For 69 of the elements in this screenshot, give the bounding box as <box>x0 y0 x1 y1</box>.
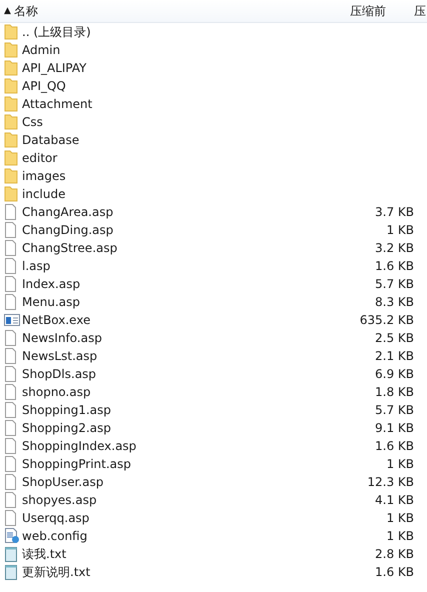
folder-icon <box>4 42 20 58</box>
file-size: 5.7 KB <box>374 277 414 291</box>
file-name[interactable]: Database <box>22 133 427 147</box>
file-name[interactable]: Admin <box>22 43 427 57</box>
folder-icon <box>4 78 20 94</box>
file-name[interactable]: API_ALIPAY <box>22 61 427 75</box>
file-name[interactable]: NewsLst.asp <box>22 349 334 363</box>
folder-icon <box>4 168 20 184</box>
file-size: 1 KB <box>385 457 414 471</box>
file-name[interactable]: Index.asp <box>22 277 334 291</box>
file-size: 1 KB <box>385 511 414 525</box>
file-size: 2.5 KB <box>374 331 414 345</box>
file-size: 2.8 KB <box>374 547 414 561</box>
folder-icon <box>4 114 20 130</box>
file-size: 1 KB <box>385 223 414 237</box>
file-name[interactable]: ChangStree.asp <box>22 241 334 255</box>
column-header[interactable]: 压 <box>414 2 427 20</box>
file-name[interactable]: images <box>22 169 427 183</box>
file-size: 8.3 KB <box>374 295 414 309</box>
file-name[interactable]: Shopping2.asp <box>22 421 334 435</box>
sort-arrow-icon: ▲ <box>4 6 11 16</box>
file-name[interactable]: ChangArea.asp <box>22 205 334 219</box>
file-size: 2.1 KB <box>374 349 414 363</box>
file-name[interactable]: shopno.asp <box>22 385 334 399</box>
file-name[interactable]: ShopDls.asp <box>22 367 334 381</box>
file-name[interactable]: include <box>22 187 427 201</box>
file-name[interactable]: ShoppingPrint.asp <box>22 457 334 471</box>
file-name[interactable]: editor <box>22 151 427 165</box>
column-header[interactable]: 名称 <box>14 2 38 20</box>
file-size: 9.1 KB <box>374 421 414 435</box>
file-size: 635.2 KB <box>358 313 414 327</box>
file-name[interactable]: Menu.asp <box>22 295 334 309</box>
folder-icon <box>4 96 20 112</box>
file-name[interactable]: ChangDing.asp <box>22 223 334 237</box>
column-header[interactable]: 压缩前 <box>350 2 414 20</box>
file-name[interactable]: web.config <box>22 529 334 543</box>
file-name[interactable]: l.asp <box>22 259 334 273</box>
file-size: 3.2 KB <box>374 241 414 255</box>
file-name[interactable]: 读我.txt <box>22 546 334 562</box>
file-size: 1 KB <box>385 529 414 543</box>
file-size: 1.6 KB <box>374 439 414 453</box>
file-size: 1.8 KB <box>374 385 414 399</box>
file-name[interactable]: 更新说明.txt <box>22 564 334 580</box>
file-name[interactable]: NewsInfo.asp <box>22 331 334 345</box>
folder-icon <box>4 132 20 148</box>
file-size: 1.6 KB <box>374 565 414 579</box>
file-name[interactable]: NetBox.exe <box>22 313 334 327</box>
file-size: 4.1 KB <box>374 493 414 507</box>
file-name[interactable]: API_QQ <box>22 79 427 93</box>
notepad-icon <box>4 546 20 562</box>
file-name[interactable]: ShopUser.asp <box>22 475 334 489</box>
file-size: 1.6 KB <box>374 259 414 273</box>
folder-icon <box>4 150 20 166</box>
folder-icon <box>4 186 20 202</box>
file-name[interactable]: .. (上级目录) <box>22 24 427 40</box>
file-name[interactable]: Css <box>22 115 427 129</box>
file-name[interactable]: Attachment <box>22 97 427 111</box>
file-size: 12.3 KB <box>366 475 414 489</box>
file-name[interactable]: Userqq.asp <box>22 511 334 525</box>
application-icon <box>4 312 20 328</box>
file-size: 6.9 KB <box>374 367 414 381</box>
file-name[interactable]: shopyes.asp <box>22 493 334 507</box>
file-size: 5.7 KB <box>374 403 414 417</box>
settings-document-icon <box>4 528 20 544</box>
file-name[interactable]: ShoppingIndex.asp <box>22 439 334 453</box>
file-size: 3.7 KB <box>374 205 414 219</box>
notepad-icon <box>4 564 20 580</box>
file-name[interactable]: Shopping1.asp <box>22 403 334 417</box>
folder-icon <box>4 60 20 76</box>
